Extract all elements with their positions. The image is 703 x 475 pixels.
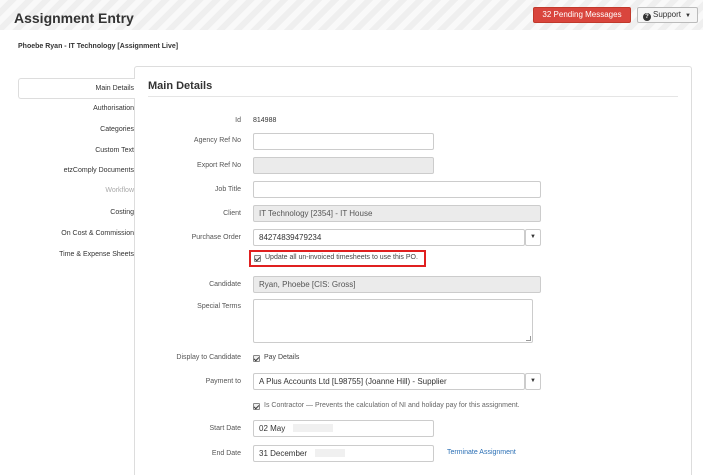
sidebar-item-workflow: Workflow [105,187,134,194]
pending-messages-button[interactable]: 32 Pending Messages [533,7,631,23]
candidate-input: Ryan, Phoebe [CIS: Gross] [253,276,541,293]
job-title-label: Job Title [214,186,241,193]
support-dropdown-button[interactable]: ? Support ▼ [637,7,698,23]
resize-handle-icon[interactable] [526,336,531,341]
payment-to-select[interactable]: A Plus Accounts Ltd [L98755] (Joanne Hil… [253,373,525,390]
id-value: 814988 [253,117,277,124]
terminate-assignment-link[interactable]: Terminate Assignment [447,449,516,456]
pay-details-checkbox[interactable] [253,355,260,362]
redacted-year [293,424,334,432]
agency-ref-input[interactable] [253,133,434,150]
is-contractor-label: Is Contractor — Prevents the calculation… [264,402,520,409]
client-label: Client [223,210,241,217]
candidate-label: Candidate [209,281,241,288]
main-panel [134,66,692,475]
agency-ref-label: Agency Ref No [193,137,241,144]
payment-to-label: Payment to [205,378,241,385]
end-date-value: 31 December [259,449,308,458]
start-date-input[interactable]: 02 May [253,420,434,437]
sidebar-item-time-expense-sheets[interactable]: Time & Expense Sheets [6,251,134,258]
export-ref-label: Export Ref No [197,162,241,169]
support-label: Support [653,10,682,19]
is-contractor-checkbox[interactable] [253,403,260,410]
export-ref-input [253,157,434,174]
sidebar-item-etzcomply-documents[interactable]: etzComply Documents [6,167,134,174]
end-date-input[interactable]: 31 December [253,445,434,462]
start-date-label: Start Date [209,425,241,432]
purchase-order-dropdown-button[interactable]: ▼ [525,229,541,246]
purchase-order-label: Purchase Order [191,234,241,241]
special-terms-textarea[interactable] [253,299,533,343]
caret-down-icon: ▼ [530,234,536,240]
start-date-value: 02 May [259,424,286,433]
display-to-candidate-label: Display to Candidate [176,354,241,361]
section-title: Main Details [148,80,213,92]
sidebar-item-custom-text[interactable]: Custom Text [6,147,134,154]
sidebar-item-main-details[interactable]: Main Details [6,85,134,92]
sidebar-item-authorisation[interactable]: Authorisation [6,105,134,112]
job-title-input[interactable] [253,181,541,198]
purchase-order-select[interactable]: 84274839479234 [253,229,525,246]
redacted-year [315,449,346,457]
sidebar-item-costing[interactable]: Costing [6,209,134,216]
update-timesheets-label: Update all un-invoiced timesheets to use… [265,254,418,261]
caret-down-icon: ▼ [685,13,691,19]
client-input: IT Technology [2354] - IT House [253,205,541,222]
sidebar-item-on-cost-commission[interactable]: On Cost & Commission [6,230,134,237]
payment-to-dropdown-button[interactable]: ▼ [525,373,541,390]
id-label: Id [235,117,241,124]
sidebar-nav: Main Details Authorisation Categories Cu… [0,0,134,475]
sidebar-item-categories[interactable]: Categories [6,126,134,133]
section-divider [148,96,678,97]
question-circle-icon: ? [643,13,651,21]
update-timesheets-checkbox[interactable] [254,255,261,262]
special-terms-label: Special Terms [197,303,241,310]
end-date-label: End Date [211,450,241,457]
caret-down-icon: ▼ [530,378,536,384]
pay-details-label: Pay Details [264,354,300,361]
